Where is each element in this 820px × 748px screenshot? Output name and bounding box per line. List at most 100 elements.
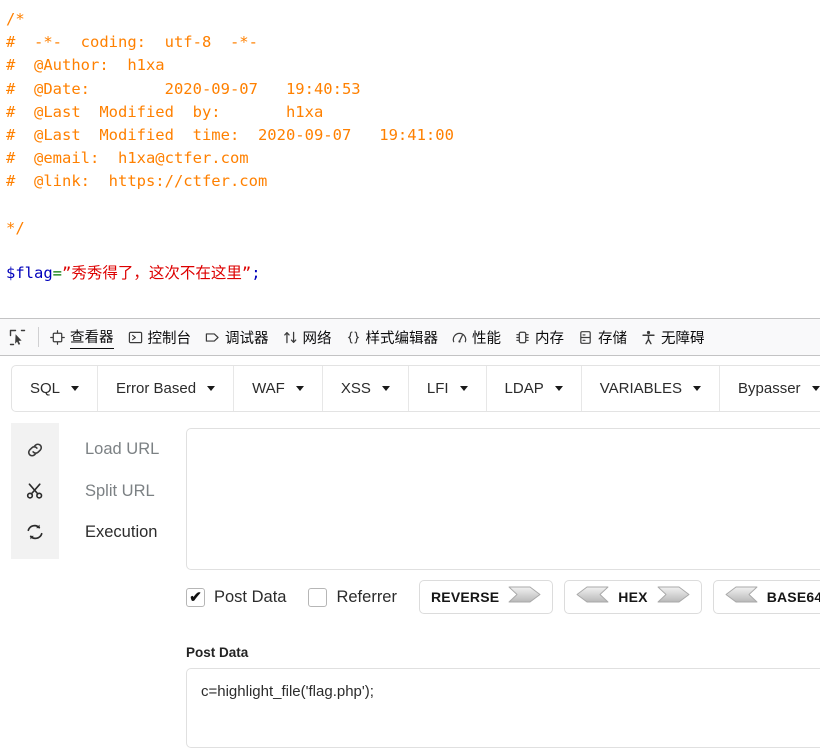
reverse-converter-button[interactable]: REVERSE (418, 580, 554, 614)
element-picker-icon[interactable] (0, 319, 34, 355)
devtools-tab-storage[interactable]: 存储 (571, 319, 634, 355)
accessibility-icon (641, 330, 656, 345)
toolbar-divider (38, 327, 39, 347)
chevron-down-icon (554, 386, 563, 391)
hackbar-menu-label: SQL (30, 380, 61, 397)
devtools-tab-label: 调试器 (225, 330, 269, 347)
split-url-button[interactable]: Split URL (85, 483, 155, 500)
hackbar-menu-waf[interactable]: WAF (234, 366, 323, 411)
load-url-button[interactable]: Load URL (85, 441, 159, 458)
arrow-left-icon (576, 586, 609, 608)
hackbar-menu-label: Error Based (116, 380, 197, 397)
style-editor-icon (346, 330, 361, 345)
hackbar-menu-label: XSS (340, 380, 371, 397)
hackbar-menu-label: LFI (426, 380, 449, 397)
hackbar-menu-label: LDAP (504, 380, 544, 397)
devtools-tab-network[interactable]: 网络 (276, 319, 339, 355)
checkmark-icon: ✔ (189, 588, 202, 606)
post-data-checkbox-group[interactable]: ✔ Post Data (186, 587, 287, 607)
devtools-tab-debugger[interactable]: 调试器 (198, 319, 276, 355)
network-icon (283, 330, 298, 345)
hackbar-menu-ldap[interactable]: LDAP (487, 366, 582, 411)
inspector-icon (50, 329, 65, 345)
hackbar-menu-lfi[interactable]: LFI (409, 366, 487, 411)
devtools-tab-label: 查看器 (70, 326, 114, 349)
arrow-right-icon (508, 586, 541, 608)
link-icon[interactable] (20, 435, 50, 465)
hackbar-action-rail (11, 423, 59, 559)
arrow-left-icon (725, 586, 758, 608)
devtools-tab-performance[interactable]: 性能 (445, 319, 508, 355)
post-data-input[interactable] (186, 668, 820, 748)
post-data-checkbox[interactable]: ✔ (186, 587, 205, 607)
hackbar-options-row: ✔ Post Data Referrer REVERSE HEX BASE64 (186, 579, 820, 615)
debugger-icon (205, 330, 220, 345)
devtools-tab-label: 内存 (535, 330, 564, 347)
php-source-view: /* # -*- coding: utf-8 -*- # @Author: h1… (0, 0, 820, 318)
hackbar-menu-label: WAF (252, 380, 285, 397)
url-input[interactable] (186, 428, 820, 570)
flag-statement-line: $flag=”秀秀得了，这次不在这里”; (6, 262, 820, 285)
chevron-down-icon (295, 386, 304, 391)
post-data-checkbox-label: Post Data (214, 587, 287, 606)
devtools-tab-label: 无障碍 (661, 330, 705, 347)
chevron-down-icon (71, 386, 80, 391)
flag-operator: = (52, 264, 63, 283)
code-line: # @Author: h1xa (6, 56, 165, 75)
flag-string-value: ”秀秀得了，这次不在这里” (62, 264, 252, 283)
hackbar-action-labels: Load URL Split URL Execution (59, 423, 185, 559)
chevron-down-icon (693, 386, 701, 391)
devtools-tab-label: 控制台 (147, 330, 192, 347)
hackbar-menu-label: VARIABLES (599, 380, 682, 397)
console-icon (128, 330, 143, 345)
code-line: */ (6, 218, 25, 237)
chevron-down-icon (381, 386, 390, 391)
code-line: # -*- coding: utf-8 -*- (6, 33, 258, 52)
flag-terminator: ; (251, 264, 261, 283)
devtools-tab-memory[interactable]: 内存 (508, 319, 571, 355)
chevron-down-icon (207, 386, 216, 391)
code-line: /* (6, 10, 25, 28)
devtools-tab-label: 网络 (302, 330, 332, 347)
hackbar-menu-xss[interactable]: XSS (323, 366, 409, 411)
storage-icon (578, 330, 593, 345)
referrer-checkbox[interactable] (308, 587, 328, 607)
base64-label: BASE64 (766, 589, 820, 605)
flag-variable: $flag (6, 264, 53, 283)
devtools-tab-label: 性能 (472, 330, 501, 347)
hackbar-menu-toolbar: SQL Error Based WAF XSS LFI LDAP VARIABL… (11, 365, 820, 412)
code-line: # @link: https://ctfer.com (6, 172, 268, 191)
hackbar-menu-bypasser[interactable]: Bypasser (720, 366, 820, 411)
devtools-tab-console[interactable]: 控制台 (121, 319, 199, 355)
base64-converter-button[interactable]: BASE64 (712, 580, 820, 614)
chevron-down-icon (459, 386, 468, 391)
hackbar-menu-sql[interactable]: SQL (12, 366, 99, 411)
code-line: # @email: h1xa@ctfer.com (6, 149, 249, 168)
arrow-right-icon (657, 586, 690, 608)
referrer-checkbox-label: Referrer (336, 587, 397, 606)
reverse-label: REVERSE (430, 589, 500, 605)
devtools-tab-label: 存储 (598, 330, 627, 347)
devtools-toolbar: 查看器 控制台 调试器 网络 样式编辑器 性能 内存 存储 无障碍 (0, 318, 820, 356)
hex-converter-button[interactable]: HEX (564, 580, 702, 614)
post-data-section-label: Post Data (186, 645, 249, 660)
chevron-down-icon (811, 386, 820, 391)
code-line: # @Last Modified by: h1xa (6, 102, 324, 121)
referrer-checkbox-group[interactable]: Referrer (308, 587, 397, 607)
hex-label: HEX (618, 589, 648, 605)
code-line: # @Date: 2020-09-07 19:40:53 (6, 79, 361, 98)
code-line: # @Last Modified time: 2020-09-07 19:41:… (6, 126, 454, 145)
devtools-tab-style-editor[interactable]: 样式编辑器 (339, 319, 446, 355)
hackbar-menu-label: Bypasser (738, 380, 801, 397)
refresh-icon[interactable] (20, 517, 50, 547)
hackbar-menu-error-based[interactable]: Error Based (98, 366, 235, 411)
devtools-tab-inspector[interactable]: 查看器 (43, 319, 121, 355)
devtools-tab-label: 样式编辑器 (365, 330, 439, 347)
scissors-icon[interactable] (20, 476, 50, 506)
performance-icon (452, 330, 467, 345)
memory-icon (515, 330, 530, 345)
devtools-tab-accessibility[interactable]: 无障碍 (634, 319, 712, 355)
hackbar-menu-variables[interactable]: VARIABLES (582, 366, 720, 411)
execution-button[interactable]: Execution (85, 524, 157, 541)
